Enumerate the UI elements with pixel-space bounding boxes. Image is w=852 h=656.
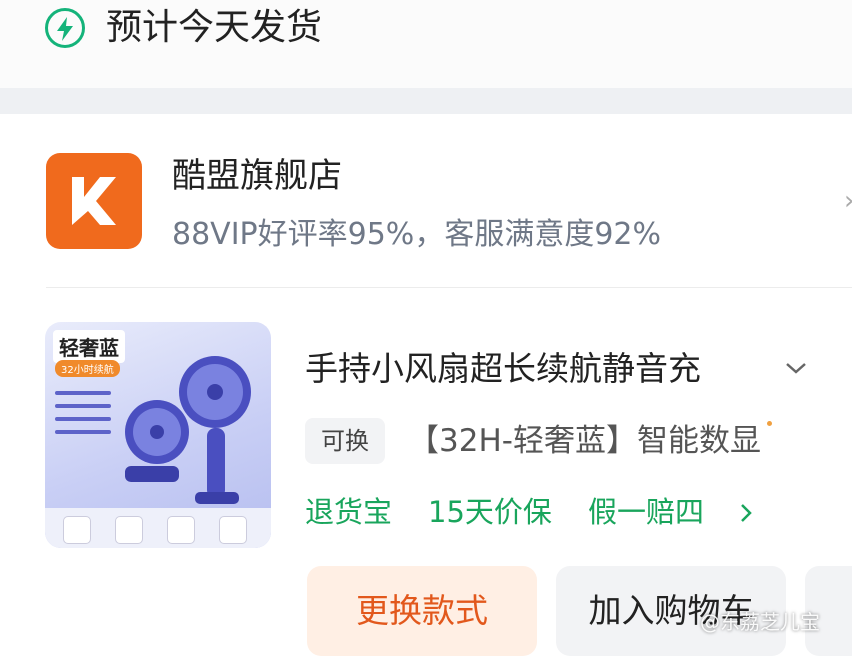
divider xyxy=(46,287,852,288)
exchange-tag: 可换 xyxy=(305,418,385,464)
chevron-right-icon[interactable] xyxy=(739,502,753,524)
section-gap xyxy=(0,88,852,114)
watermark: @东荔芝儿宝 xyxy=(700,610,820,634)
guarantee-fake-compensation[interactable]: 假一赔四 xyxy=(588,490,704,534)
k-logo-icon xyxy=(72,177,116,225)
fan-image xyxy=(125,356,251,504)
product-thumbnail[interactable]: 轻奢蓝 32小时续航 xyxy=(45,322,271,548)
edge-fragment: › xyxy=(844,188,852,214)
lightning-bolt-icon xyxy=(45,8,85,48)
shipping-title: 预计今天发货 xyxy=(106,7,323,48)
guarantee-price-protect[interactable]: 15天价保 xyxy=(428,490,552,534)
shop-logo[interactable] xyxy=(46,153,142,249)
product-title[interactable]: 手持小风扇超长续航静音充 xyxy=(305,347,755,391)
shipping-header: 预计今天发货 xyxy=(0,0,852,88)
change-style-button[interactable]: 更换款式 xyxy=(307,566,537,656)
thumbnail-feature-strip xyxy=(45,508,271,548)
variant-fade xyxy=(772,418,812,464)
guarantee-return[interactable]: 退货宝 xyxy=(305,490,392,534)
product-variant[interactable]: 【32H-轻奢蓝】智能数显 xyxy=(408,418,812,464)
chevron-down-icon[interactable] xyxy=(784,360,808,376)
indicator-dot xyxy=(767,421,772,426)
title-fade xyxy=(705,347,757,391)
shop-stats: 88VIP好评率95%，客服满意度92% xyxy=(172,217,661,252)
shop-name[interactable]: 酷盟旗舰店 xyxy=(172,153,342,199)
